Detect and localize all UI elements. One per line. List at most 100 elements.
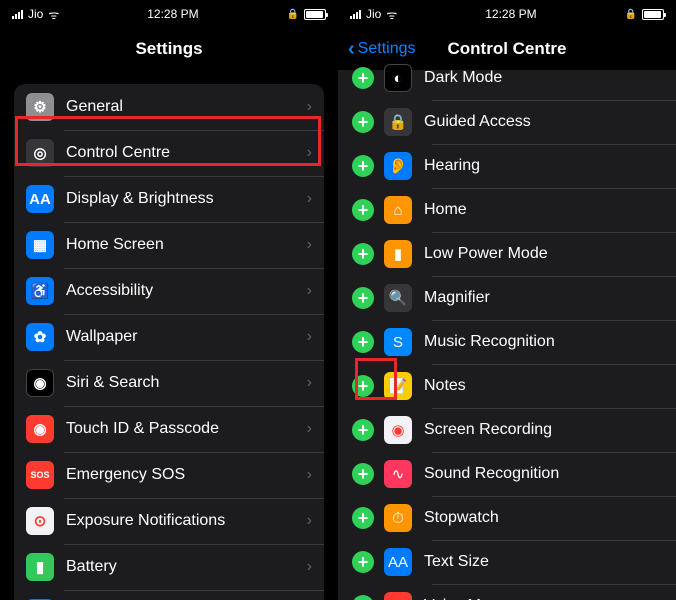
row-icon: ▦ <box>26 231 54 259</box>
cc-row-label: Guided Access <box>424 113 531 131</box>
cc-row-dark-mode: + ◐ Dark Mode <box>352 56 676 100</box>
add-button[interactable]: + <box>352 551 374 573</box>
carrier-label: Jio <box>28 7 43 21</box>
cc-row-label: Notes <box>424 377 466 395</box>
add-button[interactable]: + <box>352 67 374 89</box>
page-title: Settings <box>135 39 202 59</box>
cc-row-stopwatch: + ⏱ Stopwatch <box>352 496 676 540</box>
cc-row-guided-access: + 🔒 Guided Access <box>352 100 676 144</box>
chevron-right-icon: › <box>307 420 312 438</box>
row-icon: ◎ <box>26 139 54 167</box>
carrier-label: Jio <box>366 7 381 21</box>
cc-row-label: Low Power Mode <box>424 245 548 263</box>
add-button[interactable]: + <box>352 287 374 309</box>
chevron-right-icon: › <box>307 144 312 162</box>
add-button[interactable]: + <box>352 463 374 485</box>
cc-row-icon: 🔒 <box>384 108 412 136</box>
add-button[interactable]: + <box>352 507 374 529</box>
cc-row-icon: ∿ <box>384 592 412 600</box>
cc-row-label: Hearing <box>424 157 480 175</box>
row-label: General <box>66 98 307 116</box>
chevron-right-icon: › <box>307 236 312 254</box>
settings-list[interactable]: ⚙ General ›◎ Control Centre ›AA Display … <box>0 70 338 600</box>
row-icon: ◉ <box>26 369 54 397</box>
settings-row-battery[interactable]: ▮ Battery › <box>14 544 324 590</box>
add-button[interactable]: + <box>352 375 374 397</box>
row-label: Accessibility <box>66 282 307 300</box>
row-label: Home Screen <box>66 236 307 254</box>
status-bar: Jio ᯤ 12:28 PM 🔒 <box>0 0 338 28</box>
settings-row-emergency-sos[interactable]: SOS Emergency SOS › <box>14 452 324 498</box>
cc-row-icon: ◐ <box>384 64 412 92</box>
settings-row-siri-search[interactable]: ◉ Siri & Search › <box>14 360 324 406</box>
cc-row-sound-recognition: + ∿ Sound Recognition <box>352 452 676 496</box>
settings-row-touch-id-passcode[interactable]: ◉ Touch ID & Passcode › <box>14 406 324 452</box>
cc-row-label: Music Recognition <box>424 333 555 351</box>
lock-icon: 🔒 <box>287 9 299 20</box>
row-icon: ⊙ <box>26 507 54 535</box>
add-button[interactable]: + <box>352 111 374 133</box>
row-label: Battery <box>66 558 307 576</box>
battery-icon <box>304 9 326 20</box>
cc-row-icon: ▮ <box>384 240 412 268</box>
cc-row-icon: ⌂ <box>384 196 412 224</box>
add-button[interactable]: + <box>352 199 374 221</box>
cc-row-voice-memos: + ∿ Voice Memos <box>352 584 676 600</box>
lock-icon: 🔒 <box>625 9 637 20</box>
settings-row-general[interactable]: ⚙ General › <box>14 84 324 130</box>
row-icon: ✿ <box>26 323 54 351</box>
add-button[interactable]: + <box>352 155 374 177</box>
cc-row-label: Sound Recognition <box>424 465 559 483</box>
row-icon: ♿ <box>26 277 54 305</box>
settings-row-privacy[interactable]: ✋ Privacy › <box>14 590 324 600</box>
row-icon: AA <box>26 185 54 213</box>
cc-row-icon: S <box>384 328 412 356</box>
chevron-right-icon: › <box>307 374 312 392</box>
cc-row-notes: + 📝 Notes <box>352 364 676 408</box>
cc-row-icon: ⏱ <box>384 504 412 532</box>
cc-row-label: Screen Recording <box>424 421 552 439</box>
wifi-icon: ᯤ <box>48 6 59 23</box>
signal-icon <box>12 10 23 19</box>
cc-row-label: Text Size <box>424 553 489 571</box>
cc-row-magnifier: + 🔍 Magnifier <box>352 276 676 320</box>
chevron-right-icon: › <box>307 512 312 530</box>
row-label: Wallpaper <box>66 328 307 346</box>
cc-row-icon: AA <box>384 548 412 576</box>
battery-icon <box>642 9 664 20</box>
settings-row-exposure-notifications[interactable]: ⊙ Exposure Notifications › <box>14 498 324 544</box>
add-button[interactable]: + <box>352 595 374 600</box>
cc-row-hearing: + 👂 Hearing <box>352 144 676 188</box>
row-icon: ⚙ <box>26 93 54 121</box>
settings-row-control-centre[interactable]: ◎ Control Centre › <box>14 130 324 176</box>
settings-row-wallpaper[interactable]: ✿ Wallpaper › <box>14 314 324 360</box>
signal-icon <box>350 10 361 19</box>
wifi-icon: ᯤ <box>386 6 397 23</box>
row-label: Siri & Search <box>66 374 307 392</box>
control-centre-list[interactable]: + ◐ Dark Mode+ 🔒 Guided Access+ 👂 Hearin… <box>338 56 676 600</box>
settings-row-accessibility[interactable]: ♿ Accessibility › <box>14 268 324 314</box>
clock-label: 12:28 PM <box>147 7 198 21</box>
add-button[interactable]: + <box>352 243 374 265</box>
cc-row-icon: ∿ <box>384 460 412 488</box>
row-label: Emergency SOS <box>66 466 307 484</box>
cc-row-home: + ⌂ Home <box>352 188 676 232</box>
cc-row-icon: 📝 <box>384 372 412 400</box>
row-icon: SOS <box>26 461 54 489</box>
cc-row-text-size: + AA Text Size <box>352 540 676 584</box>
row-icon: ◉ <box>26 415 54 443</box>
chevron-right-icon: › <box>307 466 312 484</box>
cc-row-label: Home <box>424 201 467 219</box>
cc-row-label: Magnifier <box>424 289 490 307</box>
chevron-right-icon: › <box>307 282 312 300</box>
settings-row-home-screen[interactable]: ▦ Home Screen › <box>14 222 324 268</box>
row-label: Touch ID & Passcode <box>66 420 307 438</box>
settings-row-display-brightness[interactable]: AA Display & Brightness › <box>14 176 324 222</box>
add-button[interactable]: + <box>352 331 374 353</box>
status-bar: Jio ᯤ 12:28 PM 🔒 <box>338 0 676 28</box>
row-label: Exposure Notifications <box>66 512 307 530</box>
cc-row-screen-recording: + ◉ Screen Recording <box>352 408 676 452</box>
add-button[interactable]: + <box>352 419 374 441</box>
cc-row-icon: ◉ <box>384 416 412 444</box>
clock-label: 12:28 PM <box>485 7 536 21</box>
